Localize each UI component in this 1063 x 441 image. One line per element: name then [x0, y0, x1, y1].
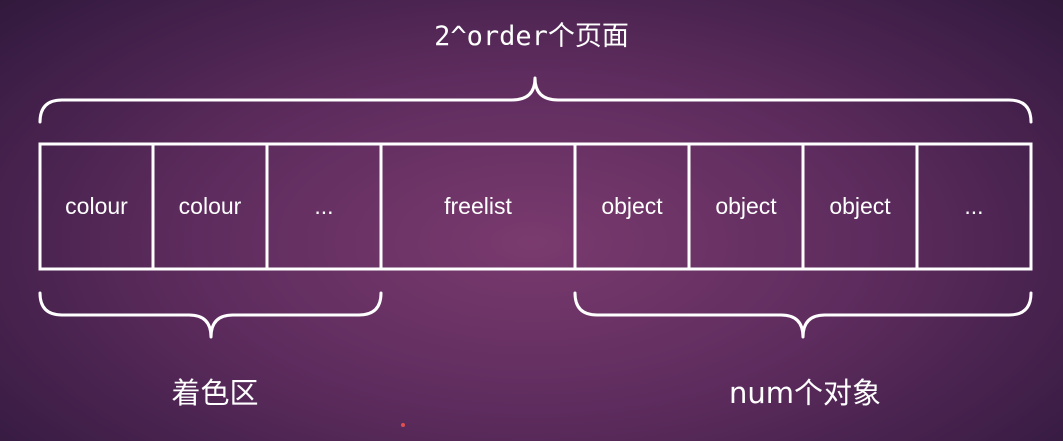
right-bottom-brace: [573, 291, 1033, 339]
cell-object: object: [715, 193, 777, 219]
top-brace: [38, 76, 1033, 124]
right-brace-label: num个对象: [728, 376, 881, 410]
cell-freelist: freelist: [444, 193, 512, 219]
cell-ellipsis: ...: [964, 193, 984, 219]
cell-ellipsis: ...: [314, 193, 334, 219]
cell-object: object: [601, 193, 663, 219]
cell-colour: colour: [178, 193, 242, 219]
left-bottom-brace: [38, 291, 383, 339]
cursor-dot: [401, 423, 405, 427]
cell-colour: colour: [65, 193, 128, 219]
top-brace-label: 2^order个页面: [434, 21, 629, 52]
cell-object: object: [829, 193, 891, 219]
left-brace-label: 着色区: [171, 376, 259, 410]
